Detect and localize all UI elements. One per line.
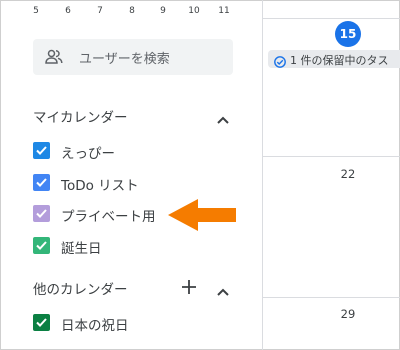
search-users-input[interactable]: ユーザーを検索 [33,39,233,75]
mini-calendar-day[interactable]: 5 [26,6,46,16]
task-check-icon [274,53,286,68]
mini-calendar-day[interactable]: 7 [90,6,110,16]
calendar-label: 誕生日 [61,241,102,257]
date-number[interactable]: 29 [333,307,363,321]
checkbox[interactable] [33,205,50,222]
people-icon [45,49,63,65]
event-chip[interactable]: 1 件の保留中のタス [268,50,400,68]
chevron-up-icon[interactable] [216,282,230,296]
mini-calendar-day[interactable]: 8 [122,6,142,16]
event-text: 1 件の保留中のタス [290,54,389,67]
mini-calendar-day[interactable]: 9 [153,6,173,16]
calendar-label: プライベート用 [61,209,156,225]
calendar-label: 日本の祝日 [61,318,129,334]
checkbox[interactable] [33,174,50,191]
mini-calendar-day[interactable]: 10 [184,6,204,16]
annotation-arrow-icon [168,197,238,233]
chevron-up-icon[interactable] [216,110,230,124]
checkbox[interactable] [33,314,50,331]
search-placeholder: ユーザーを検索 [79,52,170,67]
mini-calendar-day[interactable]: 11 [214,6,234,16]
grid-divider [262,297,400,298]
mini-calendar-day[interactable]: 6 [58,6,78,16]
date-number[interactable]: 22 [333,167,363,181]
my-calendars-title[interactable]: マイカレンダー [33,106,128,126]
checkbox[interactable] [33,237,50,254]
calendar-label: ToDo リスト [61,178,139,194]
checkbox[interactable] [33,142,50,159]
grid-divider [262,18,400,19]
other-calendars-title[interactable]: 他のカレンダー [33,278,128,298]
plus-icon[interactable] [181,279,197,295]
calendar-label: えっぴー [61,146,115,162]
today-date[interactable]: 15 [335,21,361,47]
grid-divider [262,156,400,157]
